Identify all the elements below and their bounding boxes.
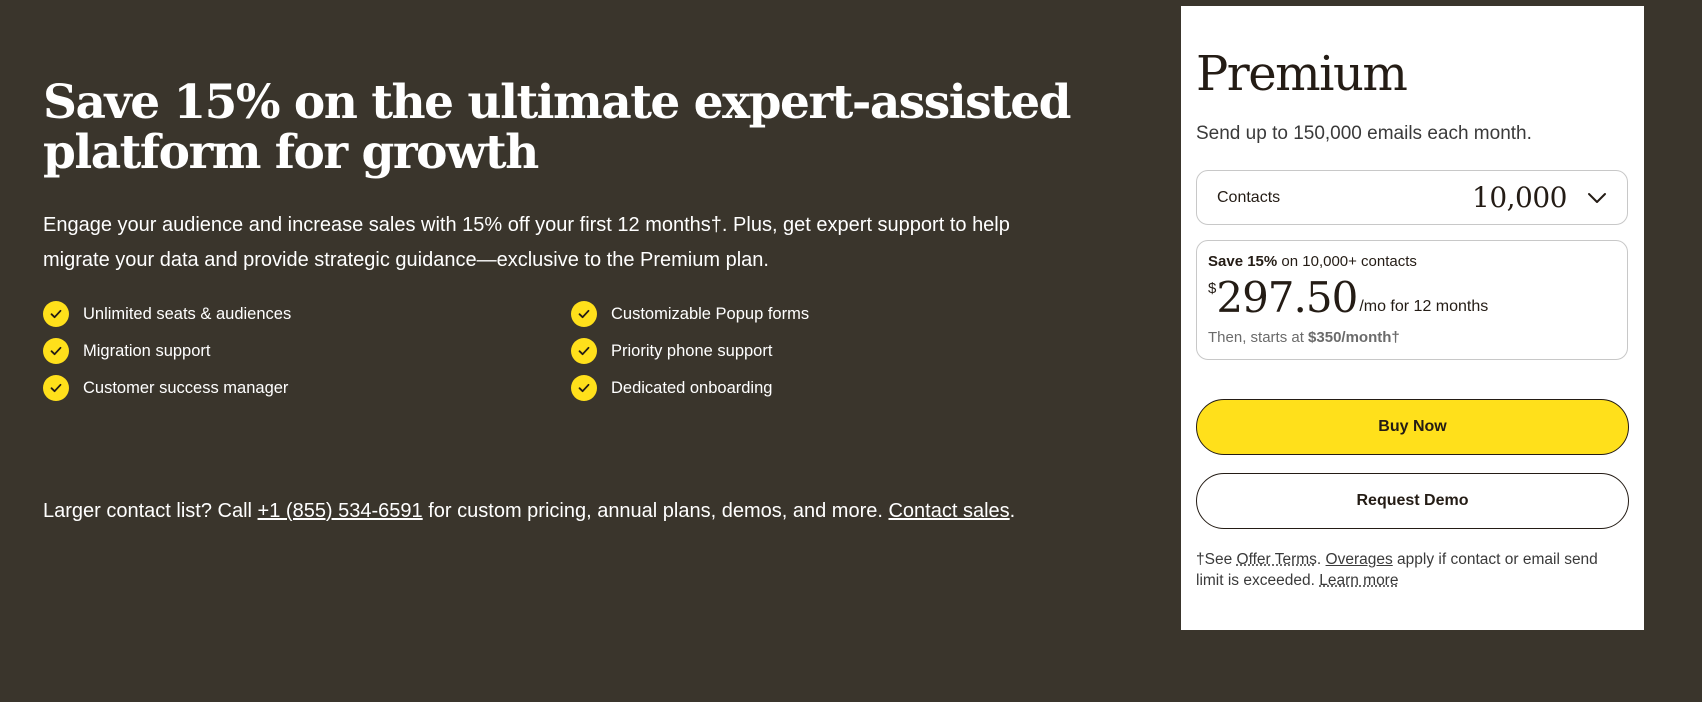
pricing-card: Premium Send up to 150,000 emails each m… [1181,6,1644,630]
price-row: $ 297.50 /mo for 12 months [1208,276,1616,320]
contact-sales-link[interactable]: Contact sales [888,500,1009,522]
price-amount: 297.50 [1216,273,1358,322]
contacts-label: Contacts [1217,188,1281,206]
check-icon [571,375,597,401]
feature-label: Customizable Popup forms [611,304,810,323]
contact-middle: for custom pricing, annual plans, demos,… [422,500,889,522]
contacts-value: 10,000 [1472,181,1567,214]
contact-line: Larger contact list? Call +1 (855) 534-6… [43,500,1015,523]
feature-list: Unlimited seats & audiences Customizable… [43,301,1083,401]
then-prefix: Then, starts at [1208,329,1309,346]
check-icon [571,301,597,327]
contacts-dropdown[interactable]: Contacts 10,000 [1196,170,1628,225]
overages-link[interactable]: Overages [1326,551,1393,568]
feature-label: Unlimited seats & audiences [83,304,292,323]
phone-link[interactable]: +1 (855) 534-6591 [258,500,423,522]
feature-item: Priority phone support [571,338,1051,364]
feature-item: Unlimited seats & audiences [43,301,571,327]
check-icon [43,375,69,401]
plan-description: Send up to 150,000 emails each month. [1196,123,1532,144]
subtext-line-2: migrate your data and provide strategic … [43,249,769,271]
feature-label: Migration support [83,341,211,360]
footnote-part-1: †See [1196,551,1237,568]
feature-label: Dedicated onboarding [611,378,773,397]
learn-more-link[interactable]: Learn more [1319,572,1398,589]
subtext-line-1: Engage your audience and increase sales … [43,214,1010,236]
then-price: $350/month† [1308,329,1400,346]
chevron-down-icon [1587,192,1607,204]
buy-now-button[interactable]: Buy Now [1196,399,1629,455]
feature-item: Customizable Popup forms [571,301,1051,327]
regular-price-note: Then, starts at $350/month† [1208,329,1616,346]
hero-subtext: Engage your audience and increase sales … [43,208,1073,278]
offer-box: Save 15% on 10,000+ contacts $ 297.50 /m… [1196,240,1628,360]
footnote-part-2: . [1316,551,1326,568]
feature-label: Priority phone support [611,341,773,360]
check-icon [571,338,597,364]
price-currency: $ [1208,280,1217,297]
offer-headline: Save 15% on 10,000+ contacts [1208,253,1616,270]
feature-item: Customer success manager [43,375,571,401]
feature-label: Customer success manager [83,378,289,397]
price-period: /mo for 12 months [1359,298,1489,315]
check-icon [43,301,69,327]
offer-save-rest: on 10,000+ contacts [1277,253,1417,270]
feature-item: Migration support [43,338,571,364]
headline-line-1: Save 15% on the ultimate expert-assisted [43,75,1072,130]
hero-section: Save 15% on the ultimate expert-assisted… [43,78,1083,401]
offer-save-label: Save 15% [1208,253,1278,270]
check-icon [43,338,69,364]
offer-terms-link[interactable]: Offer Terms [1237,551,1317,568]
request-demo-button[interactable]: Request Demo [1196,473,1629,529]
contact-prefix: Larger contact list? Call [43,500,258,522]
page-title: Save 15% on the ultimate expert-assisted… [43,78,1083,178]
feature-item: Dedicated onboarding [571,375,1051,401]
footnote: †See Offer Terms. Overages apply if cont… [1196,549,1626,591]
headline-line-2: platform for growth [43,125,539,180]
contact-suffix: . [1009,500,1016,522]
plan-title: Premium [1196,46,1408,102]
